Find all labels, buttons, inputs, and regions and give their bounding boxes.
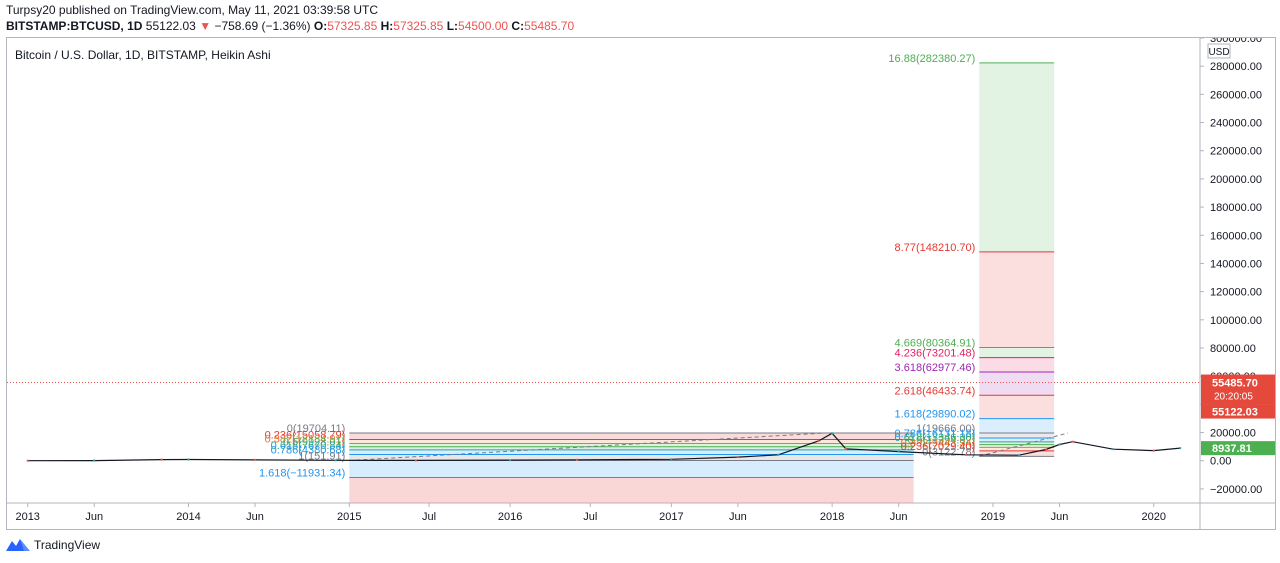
x-tick-label: Jul [583,511,597,523]
heikin-ashi-candle [670,458,673,461]
x-tick-label: Jun [246,511,264,523]
heikin-ashi-candle [1179,447,1182,450]
fib-band-left [349,432,914,440]
x-tick-label: Jun [890,511,908,523]
current-price-tag-value: 8937.81 [1212,443,1252,455]
x-tick-label: 2019 [981,511,1005,523]
fib-label-right: 2.618(46433.74) [895,385,976,397]
y-tick-label: 120000.00 [1210,287,1262,299]
x-tick-label: 2018 [820,511,844,523]
heikin-ashi-candle [1058,443,1061,446]
tradingview-logo-icon [6,539,30,551]
x-tick-label: Jun [1051,511,1069,523]
open-label: O: [313,19,328,33]
fib-band-right [979,395,1055,419]
footer: TradingView [6,538,100,552]
open-value: 57325.85 [327,19,378,33]
heikin-ashi-candle [1017,454,1020,457]
fib-band-right [979,357,1055,372]
fib-band-left-bottom [349,477,914,503]
y-tick-label: 0.00 [1210,456,1231,468]
high-label: H: [380,19,394,33]
last-price-tag-value: 55485.70 [1212,378,1258,390]
fib-band-right [979,251,1055,348]
fib-band-left [349,460,914,478]
heikin-ashi-candle [736,456,739,459]
heikin-ashi-candle [254,458,257,461]
y-tick-label: 20000.00 [1210,428,1256,440]
y-tick-label: 280000.00 [1210,61,1262,73]
high-value: 57325.85 [393,19,444,33]
down-arrow-icon: ▼ [199,19,212,33]
heikin-ashi-candle [965,453,968,456]
heikin-ashi-candle [509,459,512,462]
fib-label-right: 3.618(62977.46) [895,362,976,374]
heikin-ashi-candle [334,459,337,462]
price-chart[interactable]: 0(19704.11)0.236(15058.79)0.382(12184.91… [7,38,1275,529]
x-tick-label: 2020 [1142,511,1166,523]
fib-label-right: 8.77(148210.70) [895,242,976,254]
heikin-ashi-candle [1071,440,1074,443]
heikin-ashi-candle [160,458,163,461]
heikin-ashi-candle [831,432,834,435]
brand-name: TradingView [34,538,101,552]
heikin-ashi-candle [26,459,29,462]
heikin-ashi-candle [844,447,847,450]
x-tick-label: 2013 [15,511,39,523]
currency-label: USD [1208,47,1229,58]
heikin-ashi-candle [777,453,780,456]
symbol-ohlc-bar: BITSTAMP:BTCUSD, 1D 55122.03 ▼ −758.69 (… [6,19,574,33]
heikin-ashi-candle [93,459,96,462]
x-tick-label: Jul [422,511,436,523]
close-label: C: [511,19,525,33]
fib-label-right: 0(3122.78) [922,446,975,458]
fib-label-right: 4.236(73201.48) [895,348,976,360]
y-tick-label: 160000.00 [1210,230,1262,242]
x-tick-label: Jun [729,511,747,523]
chart-frame[interactable]: 0(19704.11) 0.236(15058.79) 0.382(12184.91… [6,37,1276,530]
heikin-ashi-candle [1044,448,1047,451]
y-tick-label: 240000.00 [1210,118,1262,130]
x-tick-label: 2017 [659,511,683,523]
heikin-ashi-candle [817,440,820,442]
heikin-ashi-candle [1112,448,1115,451]
symbol-name[interactable]: BITSTAMP:BTCUSD, 1D [6,19,142,33]
fib-band-left [349,439,914,444]
heikin-ashi-candle [187,458,190,461]
heikin-ashi-candle [576,458,579,461]
y-tick-label: −20000.00 [1210,484,1262,496]
last-price: 55122.03 [145,19,196,33]
fib-band-left [349,449,914,455]
fib-band-right [979,433,1055,438]
heikin-ashi-candle [1152,449,1155,452]
y-tick-label: 200000.00 [1210,174,1262,186]
fib-label-left: 1.618(−11931.34) [259,468,345,480]
y-tick-label: 140000.00 [1210,258,1262,270]
x-tick-label: 2015 [337,511,361,523]
y-tick-label: 100000.00 [1210,315,1262,327]
fib-band-right [979,347,1055,358]
y-tick-label: 180000.00 [1210,202,1262,214]
x-tick-label: 2014 [176,511,200,523]
y-tick-label: 260000.00 [1210,89,1262,101]
close-value: 55485.70 [524,19,575,33]
x-tick-label: Jun [85,511,103,523]
x-tick-label: 2016 [498,511,522,523]
heikin-ashi-candle [414,459,417,462]
low-value: 54500.00 [458,19,509,33]
prev-price-tag-value: 55122.03 [1212,407,1258,419]
low-label: L: [446,19,459,33]
y-tick-label: 220000.00 [1210,146,1262,158]
heikin-ashi-candle [897,450,900,453]
fib-label-right: 1.618(29890.02) [895,409,976,421]
fib-band-right [979,371,1055,396]
fib-band-right [979,418,1055,434]
chart-title: Bitcoin / U.S. Dollar, 1D, BITSTAMP, Hei… [15,48,271,62]
price-change: −758.69 (−1.36%) [214,19,311,33]
publish-info: Turpsy20 published on TradingView.com, M… [6,3,378,17]
y-tick-label: 80000.00 [1210,343,1256,355]
countdown-timer: 20:20:05 [1214,392,1253,403]
fib-band-right [979,62,1055,252]
fib-label-right: 16.88(282380.27) [888,53,975,65]
